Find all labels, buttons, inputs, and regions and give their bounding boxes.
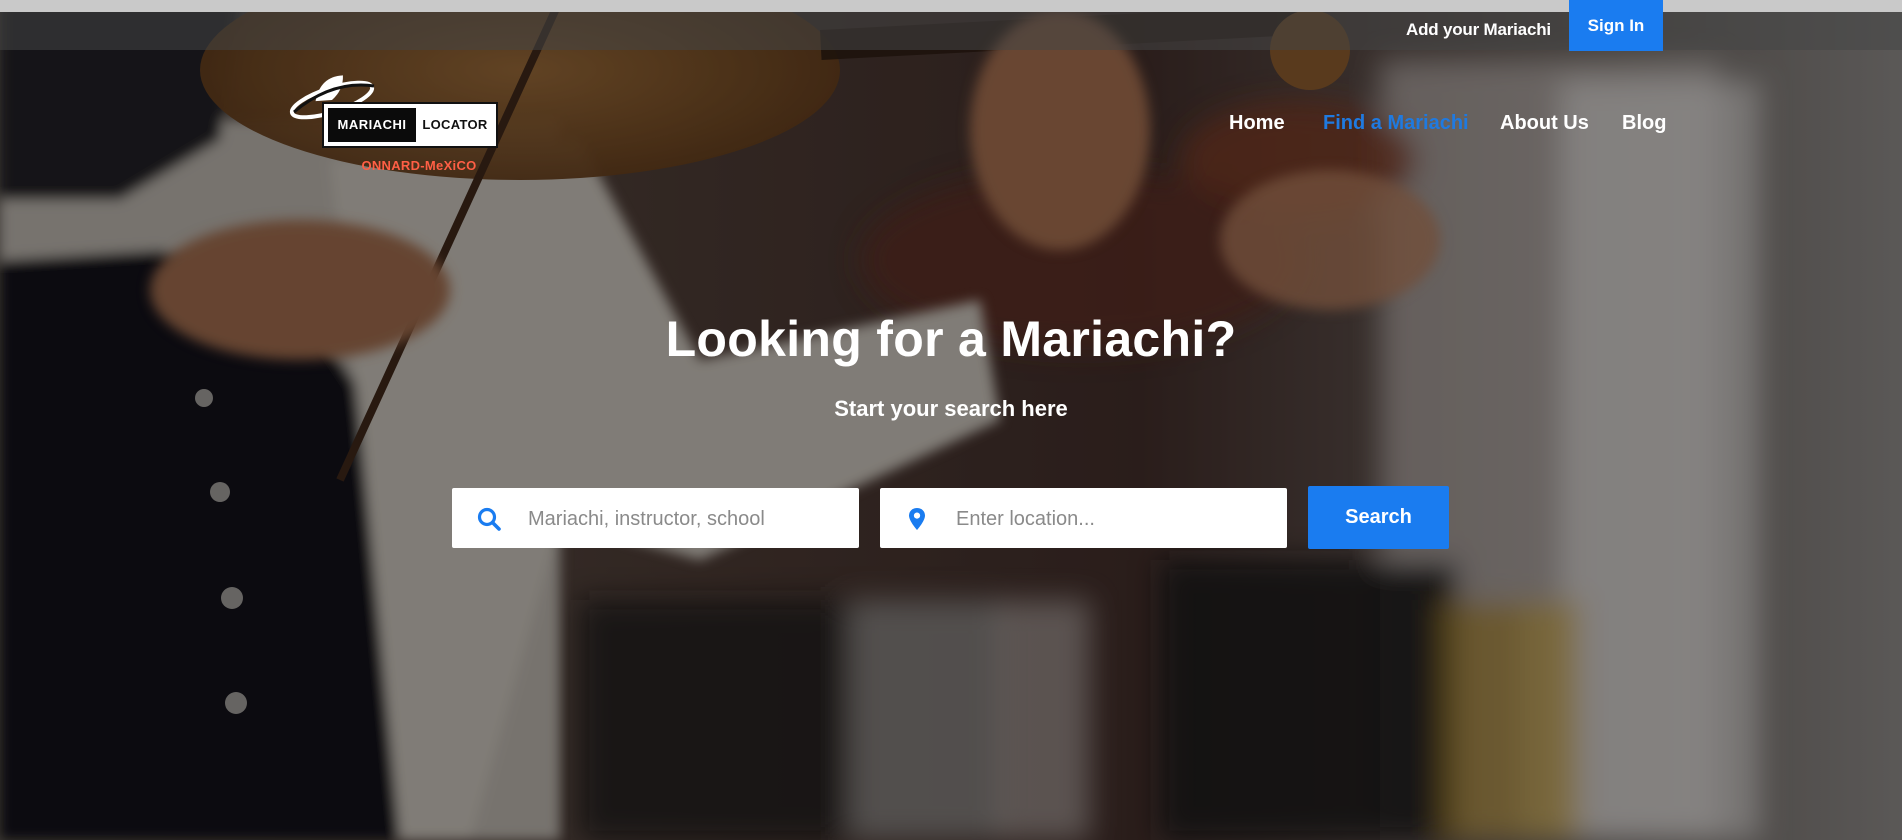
sign-in-label: Sign In [1587, 15, 1645, 35]
site-logo[interactable]: MARIACHI LOCATOR ONNARD-MeXiCO [288, 70, 500, 182]
search-button[interactable]: Search [1308, 486, 1449, 549]
map-pin-icon [909, 508, 925, 530]
nav-item-about-us[interactable]: About Us [1500, 112, 1589, 135]
location-search-input[interactable] [954, 488, 1278, 550]
logo-text-locator: LOCATOR [422, 117, 488, 132]
keyword-search-input[interactable] [526, 488, 850, 550]
add-your-mariachi-link[interactable]: Add your Mariachi [1406, 12, 1551, 50]
nav-item-find-a-mariachi[interactable]: Find a Mariachi [1323, 112, 1469, 135]
search-icon [477, 507, 501, 531]
logo-wordmark: MARIACHI LOCATOR [322, 102, 498, 148]
sign-in-button[interactable]: Sign In [1569, 0, 1663, 51]
logo-subtitle: ONNARD-MeXiCO [361, 158, 477, 173]
nav-item-home[interactable]: Home [1229, 112, 1285, 135]
location-search-field[interactable] [880, 488, 1287, 550]
keyword-search-field[interactable] [452, 488, 859, 550]
hero-subtitle: Start your search here [834, 396, 1068, 421]
nav-item-blog[interactable]: Blog [1622, 112, 1666, 135]
hero-title: Looking for a Mariachi? [665, 311, 1237, 367]
logo-text-mariachi: MARIACHI [328, 108, 416, 142]
